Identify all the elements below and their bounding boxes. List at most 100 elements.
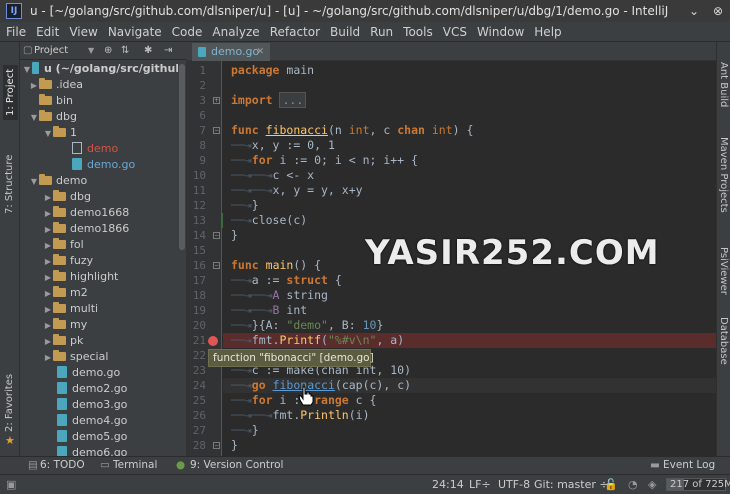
event-icon[interactable]: ◈ <box>648 475 656 494</box>
code-line: } <box>231 438 238 452</box>
chevron-right-icon: ▶ <box>44 257 52 266</box>
tree-item-1[interactable]: ▼ 1 <box>43 125 77 141</box>
tree-item-demo2-go[interactable]: demo2.go <box>57 381 127 397</box>
menu-file[interactable]: File <box>0 22 31 42</box>
hide-panel-icon[interactable]: ⇥ <box>164 42 172 60</box>
menu-refactor[interactable]: Refactor <box>265 22 325 42</box>
minimize-icon[interactable]: ⌄ <box>684 0 704 22</box>
line-separator[interactable]: LF÷ <box>469 475 491 494</box>
tree-item-demo-folder[interactable]: ▼ demo <box>29 173 87 189</box>
project-toolbar: ▢ Project ▼ ⊕ ⇅ ✱ ⇥ <box>20 42 186 60</box>
collapse-icon[interactable]: ⇅ <box>121 42 129 60</box>
line-number: 21 <box>192 334 206 347</box>
chevron-right-icon: ▶ <box>44 353 52 362</box>
event-log-icon: ▬ <box>650 459 660 471</box>
folded-imports[interactable]: ... <box>279 92 307 108</box>
tree-item-special[interactable]: ▶ special <box>43 349 108 365</box>
tree-item-highlight[interactable]: ▶ highlight <box>43 269 118 285</box>
tree-item-demo1866[interactable]: ▶ demo1866 <box>43 221 129 237</box>
project-scrollbar[interactable] <box>178 60 186 456</box>
tree-item-dbg[interactable]: ▼ dbg <box>29 109 77 125</box>
close-tab-icon[interactable]: ✕ <box>256 43 264 61</box>
line-number: 17 <box>192 274 206 287</box>
todo-tab[interactable]: 6: TODO <box>40 457 85 474</box>
menu-view[interactable]: View <box>64 22 102 42</box>
lock-icon[interactable]: 🔓 <box>604 475 618 494</box>
scrollbar-thumb[interactable] <box>179 64 185 250</box>
tree-item-demo-go[interactable]: demo.go <box>72 157 135 173</box>
folder-icon <box>53 318 66 329</box>
menu-code[interactable]: Code <box>167 22 208 42</box>
tree-item-demo-binary[interactable]: demo <box>72 141 118 157</box>
menu-build[interactable]: Build <box>325 22 365 42</box>
line-number: 20 <box>192 319 206 332</box>
menu-analyze[interactable]: Analyze <box>207 22 264 42</box>
fold-collapse-icon[interactable]: − <box>213 262 220 269</box>
line-number: 15 <box>192 244 206 257</box>
line-number: 7 <box>199 124 206 137</box>
git-branch[interactable]: Git: master ÷ <box>534 475 609 494</box>
tree-item-dbg2[interactable]: ▶ dbg <box>43 189 91 205</box>
tool-tab-project[interactable]: 1: Project <box>3 64 18 120</box>
tool-tab-maven-projects[interactable]: Maven Projects <box>718 137 729 213</box>
tree-root[interactable]: ▼u (~/golang/src/github.com/dlsniper/u) <box>22 61 178 77</box>
tree-item-m2[interactable]: ▶ m2 <box>43 285 88 301</box>
gear-icon[interactable]: ✱ <box>144 42 152 60</box>
version-control-tab[interactable]: 9: Version Control <box>190 457 283 474</box>
fold-collapse-icon[interactable]: − <box>213 232 220 239</box>
tree-item-idea[interactable]: ▶ .idea <box>29 77 83 93</box>
chevron-right-icon: ▶ <box>44 225 52 234</box>
tool-windows-icon[interactable]: ▣ <box>6 475 16 494</box>
tool-tab-structure[interactable]: 7: Structure <box>4 155 15 214</box>
tool-tab-ant-build[interactable]: Ant Build <box>718 62 729 107</box>
tree-item-bin[interactable]: bin <box>29 93 73 109</box>
code-line: ──⇥──⇥B int <box>231 303 308 317</box>
terminal-tab[interactable]: Terminal <box>113 457 157 474</box>
menu-help[interactable]: Help <box>529 22 566 42</box>
sync-icon[interactable]: ⊕ <box>104 42 112 60</box>
menu-navigate[interactable]: Navigate <box>103 22 167 42</box>
fold-collapse-icon[interactable]: − <box>213 442 220 449</box>
breakpoint-icon[interactable] <box>208 336 218 346</box>
chevron-down-icon: ▼ <box>30 177 38 186</box>
tree-item-multi[interactable]: ▶ multi <box>43 301 98 317</box>
tree-item-demo6-go[interactable]: demo6.go <box>57 445 127 456</box>
menu-tools[interactable]: Tools <box>398 22 438 42</box>
tree-item-demo4-go[interactable]: demo4.go <box>57 413 127 429</box>
file-encoding[interactable]: UTF-8 <box>498 475 530 494</box>
tool-tab-database[interactable]: Database <box>718 317 729 365</box>
close-window-icon[interactable]: ⊗ <box>708 0 728 22</box>
inspector-icon[interactable]: ◔ <box>628 475 638 494</box>
tree-item-pk[interactable]: ▶ pk <box>43 333 83 349</box>
tree-item-fol[interactable]: ▶ fol <box>43 237 84 253</box>
folder-icon <box>39 174 52 185</box>
menu-window[interactable]: Window <box>472 22 529 42</box>
menu-run[interactable]: Run <box>365 22 398 42</box>
star-icon: ★ <box>5 434 15 447</box>
folder-icon <box>39 78 52 89</box>
memory-indicator[interactable]: 217 of 725M <box>666 478 730 491</box>
menu-edit[interactable]: Edit <box>31 22 64 42</box>
tree-item-demo3-go[interactable]: demo3.go <box>57 397 127 413</box>
right-tool-strip: Ant Build Maven Projects PsiViewer Datab… <box>716 42 730 456</box>
folder-icon <box>53 270 66 281</box>
fold-expand-icon[interactable]: + <box>213 97 220 104</box>
text-file-icon <box>72 142 82 154</box>
tab-demo-go[interactable]: demo.go ✕ <box>192 43 270 61</box>
caret-position[interactable]: 24:14 <box>432 475 464 494</box>
menu-vcs[interactable]: VCS <box>438 22 472 42</box>
line-number: 3 <box>199 94 206 107</box>
fold-collapse-icon[interactable]: − <box>213 127 220 134</box>
tree-item-demo-go-2[interactable]: demo.go <box>57 365 120 381</box>
event-log-tab[interactable]: Event Log <box>663 457 715 474</box>
tree-item-demo5-go[interactable]: demo5.go <box>57 429 127 445</box>
tree-item-fuzy[interactable]: ▶ fuzy <box>43 253 93 269</box>
tree-item-demo1668[interactable]: ▶ demo1668 <box>43 205 129 221</box>
chevron-down-icon[interactable]: ▼ <box>88 42 94 60</box>
editor-gutter: 1 2 3 6 7 8 9 10 11 12 13 14 15 16 17 18… <box>186 61 224 456</box>
project-view-dropdown[interactable]: Project <box>34 42 68 60</box>
tool-tab-psiviewer[interactable]: PsiViewer <box>718 247 729 295</box>
tool-tab-favorites[interactable]: 2: Favorites <box>4 374 15 432</box>
line-number: 27 <box>192 424 206 437</box>
tree-item-my[interactable]: ▶ my <box>43 317 87 333</box>
